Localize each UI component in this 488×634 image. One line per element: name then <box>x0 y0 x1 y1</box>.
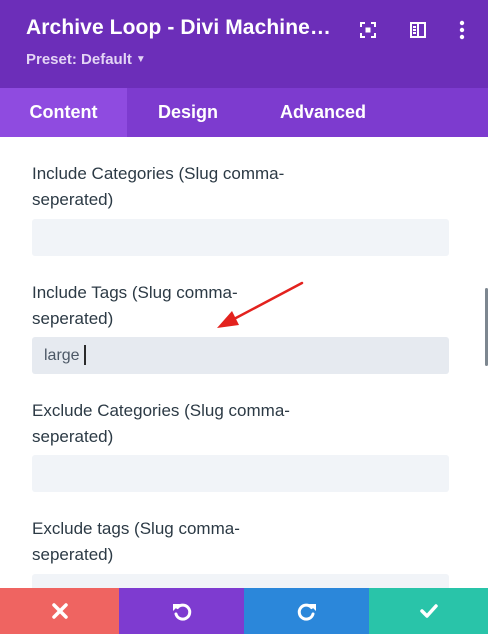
preset-label[interactable]: Preset: Default <box>26 51 132 68</box>
action-bar <box>0 588 488 634</box>
tab-advanced[interactable]: Advanced <box>249 88 397 137</box>
discard-button[interactable] <box>0 588 119 634</box>
annotation-arrow-icon <box>217 281 304 328</box>
redo-button[interactable] <box>244 588 369 634</box>
modal-header: Archive Loop - Divi Machine Module Setti… <box>0 0 488 88</box>
caret-down-icon[interactable]: ▼ <box>136 54 146 65</box>
settings-content[interactable]: Include Categories (Slug comma-seperated… <box>0 137 488 588</box>
preset-dropdown[interactable]: Preset: Default ▼ <box>26 51 146 68</box>
check-icon <box>419 604 438 618</box>
more-options-icon[interactable] <box>450 18 474 42</box>
save-button[interactable] <box>369 588 488 634</box>
sidebar-layout-icon[interactable] <box>406 18 430 42</box>
tab-content[interactable]: Content <box>0 88 127 137</box>
focus-icon[interactable] <box>356 18 380 42</box>
settings-tabs: Content Design Advanced <box>0 88 488 137</box>
close-icon <box>51 603 68 619</box>
undo-icon <box>172 603 191 621</box>
tab-design[interactable]: Design <box>127 88 249 137</box>
undo-button[interactable] <box>119 588 244 634</box>
modal-title[interactable]: Archive Loop - Divi Machine Module Setti… <box>26 16 336 40</box>
redo-icon <box>297 603 316 621</box>
